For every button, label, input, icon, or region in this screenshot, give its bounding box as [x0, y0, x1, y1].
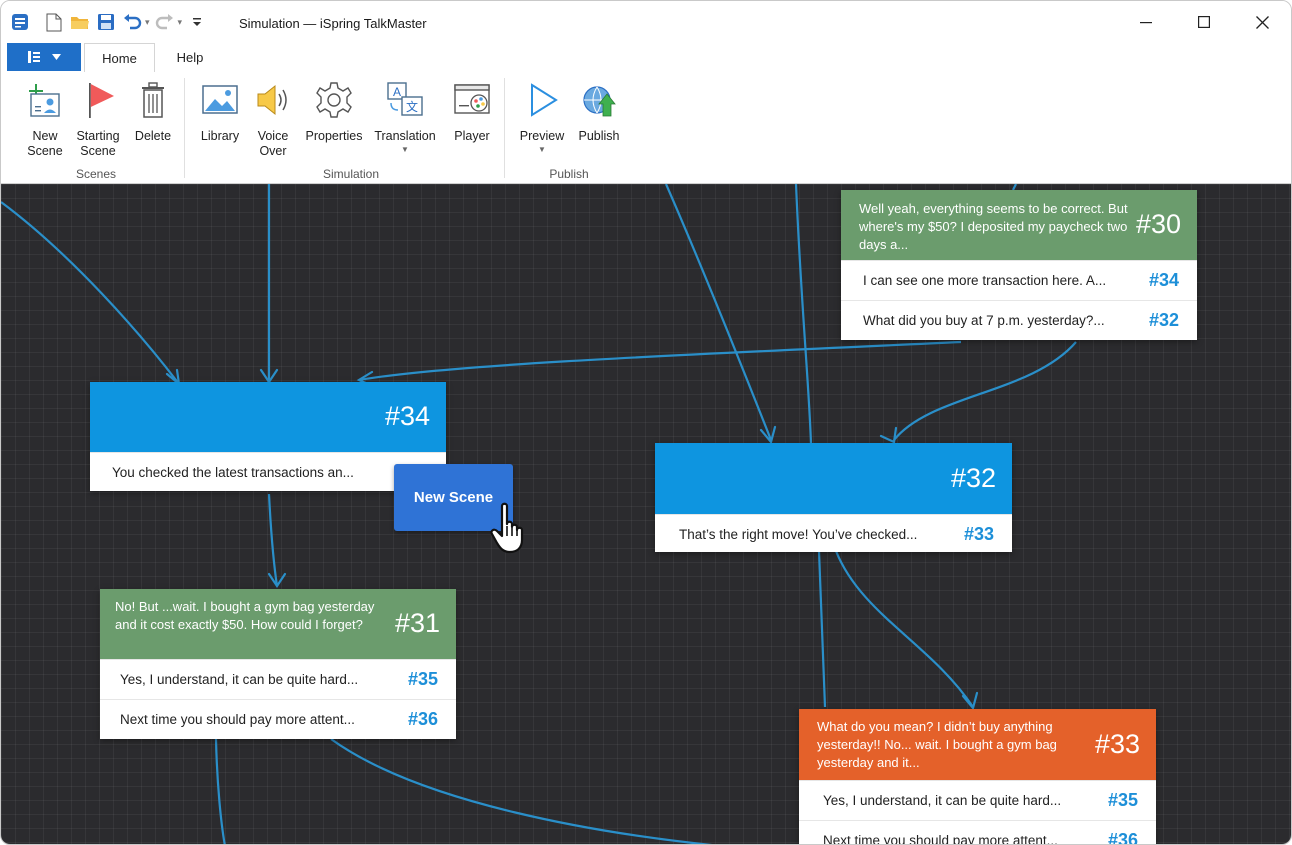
group-label-scenes: Scenes: [75, 167, 117, 181]
scene-header: What do you mean? I didn’t buy anything …: [799, 709, 1156, 780]
maximize-icon[interactable]: [1175, 1, 1233, 43]
preview-dropdown-icon[interactable]: ▼: [538, 145, 546, 154]
scene-question-text: No! But ...wait. I bought a gym bag yest…: [115, 599, 375, 632]
preview-button[interactable]: Preview ▼: [517, 80, 567, 154]
scene-header: No! But ...wait. I bought a gym bag yest…: [100, 589, 456, 659]
new-file-icon[interactable]: [43, 11, 65, 33]
connection-line: [893, 341, 1077, 441]
connection-line: [1, 201, 180, 385]
redo-dropdown-icon[interactable]: ▾: [178, 17, 183, 28]
tab-home[interactable]: Home: [84, 43, 155, 73]
answer-row[interactable]: What did you buy at 7 p.m. yesterday?...…: [841, 300, 1197, 340]
minimize-icon[interactable]: [1117, 1, 1175, 43]
scene-question-text: Well yeah, everything seems to be correc…: [859, 201, 1128, 252]
starting-scene-button[interactable]: Starting Scene: [73, 80, 123, 159]
app-menu-icon[interactable]: [9, 11, 31, 33]
connection-line: [214, 738, 226, 844]
flag-icon: [89, 83, 114, 118]
globe-publish-icon: [583, 86, 616, 117]
scene-card-33[interactable]: What do you mean? I didn’t buy anything …: [799, 709, 1156, 844]
scene-number: #33: [1094, 729, 1140, 759]
ribbon-tabs: Home Help: [1, 43, 1291, 73]
translation-icon: A 文: [387, 82, 423, 116]
player-button[interactable]: Player: [450, 80, 494, 144]
scene-header: #34: [90, 382, 446, 452]
translation-dropdown-icon[interactable]: ▼: [401, 145, 409, 154]
scene-canvas[interactable]: Well yeah, everything seems to be correc…: [1, 184, 1291, 844]
answer-link-number[interactable]: #35: [408, 669, 438, 690]
translation-button[interactable]: A 文 Translation ▼: [371, 80, 439, 154]
tab-help[interactable]: Help: [161, 43, 219, 72]
new-scene-icon: [29, 84, 60, 117]
answer-link-number[interactable]: #33: [964, 524, 994, 545]
ribbon-panel: New Scene Starting Scene Delete Scenes L…: [1, 72, 1291, 184]
answer-row[interactable]: Next time you should pay more attent... …: [799, 820, 1156, 844]
window-controls: [1117, 1, 1291, 43]
connection-line: [267, 493, 279, 587]
new-scene-button[interactable]: New Scene: [23, 80, 67, 159]
scene-card-34[interactable]: #34 You checked the latest transactions …: [90, 382, 446, 491]
redo-icon[interactable]: [154, 11, 176, 33]
quick-access-toolbar: ▾ ▾: [9, 10, 208, 34]
save-icon[interactable]: [95, 11, 117, 33]
answer-link-number[interactable]: #36: [408, 709, 438, 730]
hand-cursor-icon: [490, 502, 524, 554]
chevron-down-icon: [51, 54, 61, 60]
answer-row[interactable]: You checked the latest transactions an..…: [90, 452, 446, 491]
delete-button[interactable]: Delete: [131, 80, 175, 144]
svg-text:文: 文: [406, 99, 418, 114]
trash-icon: [142, 82, 164, 118]
scene-card-31[interactable]: No! But ...wait. I bought a gym bag yest…: [100, 589, 456, 739]
answer-row[interactable]: Yes, I understand, it can be quite hard.…: [100, 659, 456, 699]
connection-line: [330, 738, 713, 844]
arrow-head: [879, 426, 898, 444]
scene-number: #30: [1135, 209, 1181, 239]
scene-card-32[interactable]: #32 That’s the right move! You’ve checke…: [655, 443, 1012, 552]
svg-text:A: A: [393, 85, 401, 99]
scene-header: #32: [655, 443, 1012, 514]
undo-dropdown-icon[interactable]: ▾: [145, 17, 150, 28]
group-label-publish: Publish: [549, 167, 589, 181]
title-bar: ▾ ▾ Simulation — iSpring TalkMaster: [1, 1, 1291, 43]
player-icon: [454, 84, 490, 114]
connection-line: [358, 340, 962, 382]
answer-link-number[interactable]: #36: [1108, 830, 1138, 844]
speaker-icon: [257, 84, 287, 116]
open-folder-icon[interactable]: [69, 11, 91, 33]
file-menu-button[interactable]: [7, 43, 81, 71]
answer-link-number[interactable]: #32: [1149, 310, 1179, 331]
app-window: ▾ ▾ Simulation — iSpring TalkMaster Home…: [0, 0, 1292, 845]
image-library-icon: [202, 85, 238, 114]
answer-link-number[interactable]: #35: [1108, 790, 1138, 811]
play-icon: [531, 83, 558, 117]
gear-icon: [316, 82, 352, 118]
scene-question-text: What do you mean? I didn’t buy anything …: [817, 719, 1057, 770]
library-button[interactable]: Library: [198, 80, 242, 144]
voice-over-button[interactable]: Voice Over: [251, 80, 295, 159]
answer-row[interactable]: Next time you should pay more attent... …: [100, 699, 456, 739]
window-title: Simulation — iSpring TalkMaster: [239, 16, 427, 31]
scene-number: #34: [384, 401, 430, 431]
file-menu-icon: [27, 51, 40, 63]
connection-line: [817, 550, 827, 708]
close-icon[interactable]: [1233, 1, 1291, 43]
group-separator: [504, 78, 505, 178]
undo-icon[interactable]: [121, 11, 143, 33]
connection-line: [794, 184, 813, 445]
group-separator: [184, 78, 185, 178]
scene-number: #32: [950, 463, 996, 493]
properties-button[interactable]: Properties: [301, 80, 367, 144]
answer-link-number[interactable]: #34: [1149, 270, 1179, 291]
publish-button[interactable]: Publish: [575, 80, 623, 144]
answer-row[interactable]: That’s the right move! You’ve checked...…: [655, 514, 1012, 552]
connection-line: [664, 184, 773, 441]
answer-row[interactable]: Yes, I understand, it can be quite hard.…: [799, 780, 1156, 820]
scene-card-30[interactable]: Well yeah, everything seems to be correc…: [841, 190, 1197, 340]
scene-header: Well yeah, everything seems to be correc…: [841, 190, 1197, 260]
answer-row[interactable]: I can see one more transaction here. A..…: [841, 260, 1197, 300]
customize-toolbar-icon[interactable]: [186, 11, 208, 33]
scene-number: #31: [394, 608, 440, 638]
connection-line: [834, 550, 974, 708]
group-label-simulation: Simulation: [322, 167, 380, 181]
